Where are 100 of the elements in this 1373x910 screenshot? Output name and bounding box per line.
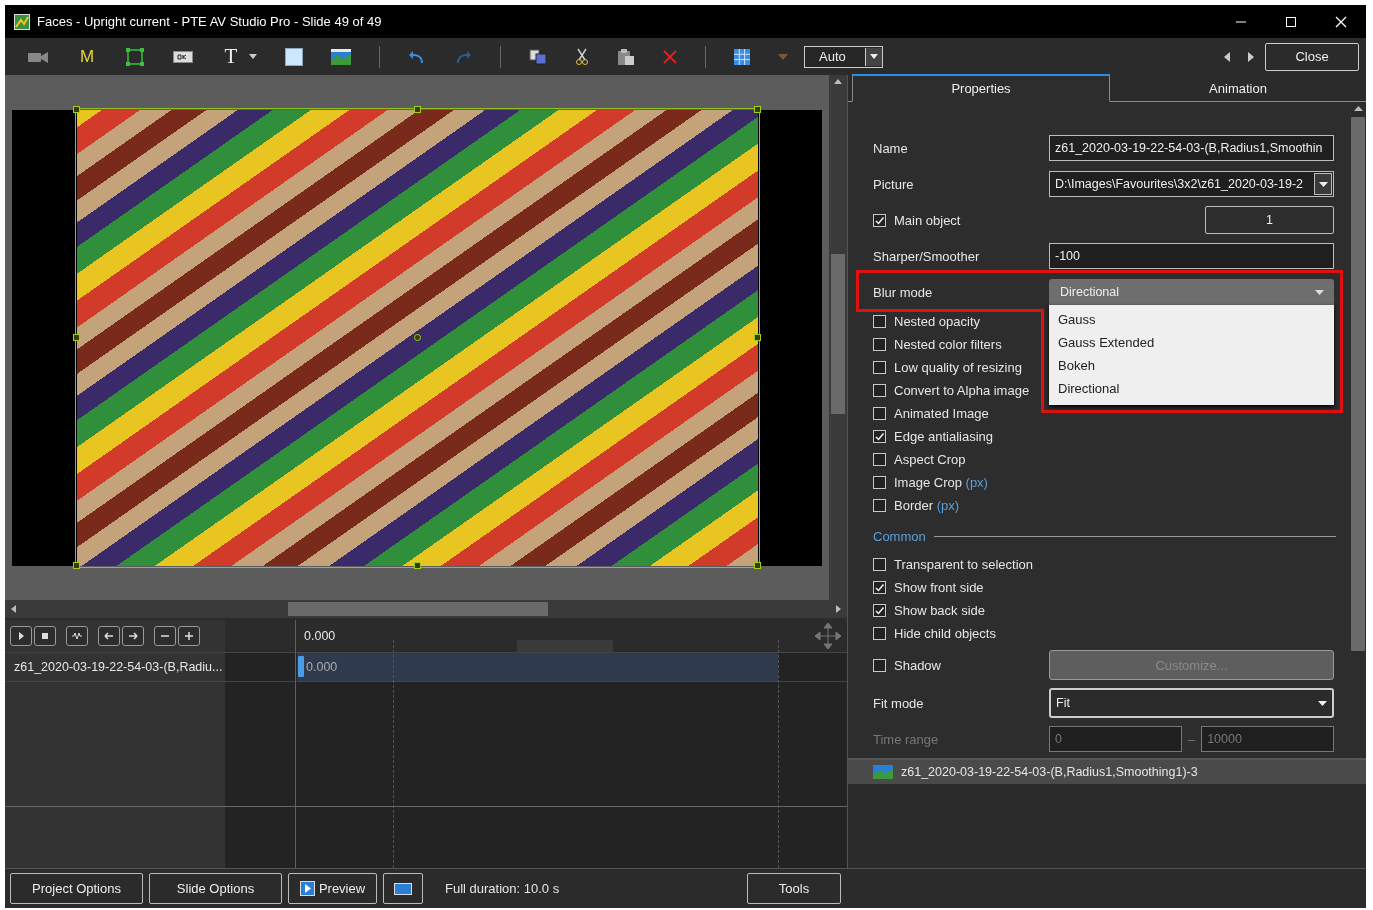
checkbox[interactable] (873, 499, 886, 512)
checkbox[interactable] (873, 476, 886, 489)
previous-icon[interactable] (1223, 51, 1231, 62)
right-arrow-button[interactable] (122, 626, 144, 646)
checkbox[interactable] (873, 604, 886, 617)
copy-icon[interactable] (529, 48, 547, 65)
dropdown-option[interactable]: Gauss (1049, 308, 1334, 331)
field-label: Blur mode (873, 284, 934, 300)
resize-handle[interactable] (73, 334, 80, 341)
picture-dropdown[interactable]: D:\Images\Favourites\3x2\z61_2020-03-19-2 (1049, 171, 1334, 197)
fit-mode-dropdown[interactable]: Fit (1049, 688, 1334, 718)
checkbox[interactable] (873, 558, 886, 571)
maximize-icon[interactable] (1285, 15, 1297, 28)
scissors-icon[interactable] (575, 47, 589, 66)
preview-button[interactable]: Preview (288, 873, 377, 904)
field-label: Fit mode (873, 695, 925, 711)
checkbox[interactable] (873, 627, 886, 640)
resize-handle[interactable] (73, 562, 80, 569)
field-label: Name (873, 140, 909, 156)
paste-icon[interactable] (617, 47, 635, 66)
text-button[interactable]: T (221, 43, 241, 70)
tab[interactable]: Properties (852, 74, 1110, 102)
marker-button[interactable]: M (77, 43, 97, 70)
keyframe-handle[interactable] (298, 656, 304, 677)
resize-handle[interactable] (413, 106, 421, 113)
delete-icon[interactable] (663, 49, 677, 64)
minus-button[interactable] (154, 626, 176, 646)
checkbox-label: Nested opacity (894, 314, 980, 329)
name-field[interactable]: z61_2020-03-19-22-54-03-(B,Radius1,Smoothin (1049, 135, 1334, 161)
vertical-scrollbar[interactable] (829, 75, 847, 600)
selection-frame-icon[interactable] (125, 46, 145, 67)
caret-icon (870, 54, 878, 59)
resize-handle[interactable] (754, 106, 761, 113)
dropdown-option[interactable]: Gauss Extended (1049, 331, 1334, 354)
checkbox[interactable] (873, 658, 886, 672)
checkbox-label: Transparent to selection (894, 557, 1033, 572)
play-button[interactable] (10, 626, 32, 646)
tools-button[interactable]: Tools (747, 873, 841, 904)
waveform-button[interactable] (66, 626, 88, 646)
resize-handle[interactable] (754, 334, 761, 341)
dropdown-value: Auto (819, 49, 846, 64)
checkbox[interactable] (873, 407, 886, 420)
dropdown-option[interactable]: Directional (1049, 377, 1334, 400)
field-label: Picture (873, 176, 915, 192)
dropdown-option[interactable]: Bokeh (1049, 354, 1334, 377)
resize-handle[interactable] (754, 562, 761, 569)
checkbox[interactable] (873, 430, 886, 443)
checkbox[interactable] (873, 338, 886, 351)
close-icon[interactable] (1335, 15, 1347, 28)
checkbox-label: Hide child objects (894, 626, 996, 641)
checkbox-label: Nested color filters (894, 337, 1002, 352)
image-icon (873, 765, 893, 779)
checkbox-label: Convert to Alpha image (894, 383, 1030, 398)
caret-icon[interactable] (249, 53, 257, 60)
dropdown-value: Directional (1060, 285, 1120, 299)
resize-handle[interactable] (73, 106, 80, 113)
rotation-handle[interactable] (413, 334, 421, 341)
check-icon (874, 605, 885, 616)
project-options-button[interactable]: Project Options (10, 873, 143, 904)
ok-button-icon[interactable] (173, 49, 193, 64)
left-arrow-button[interactable] (98, 626, 120, 646)
rectangle-icon[interactable] (285, 47, 303, 66)
caret-icon (1315, 289, 1324, 295)
scroll-right-icon[interactable] (836, 605, 841, 613)
checkbox[interactable] (873, 361, 886, 374)
object-number-field[interactable]: 1 (1205, 206, 1334, 234)
check-icon (874, 431, 885, 442)
track-name: z61_2020-03-19-22-54-03-(B,Radiu... (5, 652, 225, 682)
plus-button[interactable] (178, 626, 200, 646)
sharpness-field[interactable]: -100 (1049, 243, 1334, 269)
close-button[interactable]: Close (1265, 42, 1359, 71)
scrollbar-thumb[interactable] (831, 254, 845, 414)
checkbox[interactable] (873, 581, 886, 594)
track-bar[interactable]: 0.000 (297, 653, 778, 681)
checkbox[interactable] (873, 453, 886, 466)
checkbox[interactable] (873, 213, 886, 227)
stop-button[interactable] (34, 626, 56, 646)
zoom-dropdown[interactable]: Auto (804, 45, 883, 68)
move-icon[interactable] (813, 621, 843, 651)
slide-options-button[interactable]: Slide Options (149, 873, 282, 904)
scroll-up-icon[interactable] (834, 79, 842, 84)
checkbox-label: Show back side (894, 603, 986, 618)
resize-handle[interactable] (413, 562, 421, 569)
scrollbar-thumb[interactable] (1351, 117, 1365, 651)
check-icon (874, 214, 885, 226)
scroll-left-icon[interactable] (11, 605, 16, 613)
right-arrow-icon (128, 631, 138, 641)
caret-icon (1318, 700, 1327, 706)
checkbox[interactable] (873, 384, 886, 397)
grid-icon[interactable] (734, 48, 750, 65)
scrollbar-thumb[interactable] (288, 602, 548, 616)
object-list-item[interactable]: z61_2020-03-19-22-54-03-(B,Radius1,Smoothing1)-3 (848, 760, 1366, 784)
scroll-up-icon[interactable] (1353, 106, 1363, 111)
checkbox[interactable] (873, 315, 886, 328)
section-heading: Common (873, 528, 926, 544)
slideshow-button[interactable] (383, 873, 423, 904)
next-icon[interactable] (1247, 51, 1255, 62)
full-duration: Full duration: 10.0 s (445, 881, 561, 896)
time-readout: 0.000 (304, 629, 336, 643)
image-icon[interactable] (331, 48, 351, 65)
